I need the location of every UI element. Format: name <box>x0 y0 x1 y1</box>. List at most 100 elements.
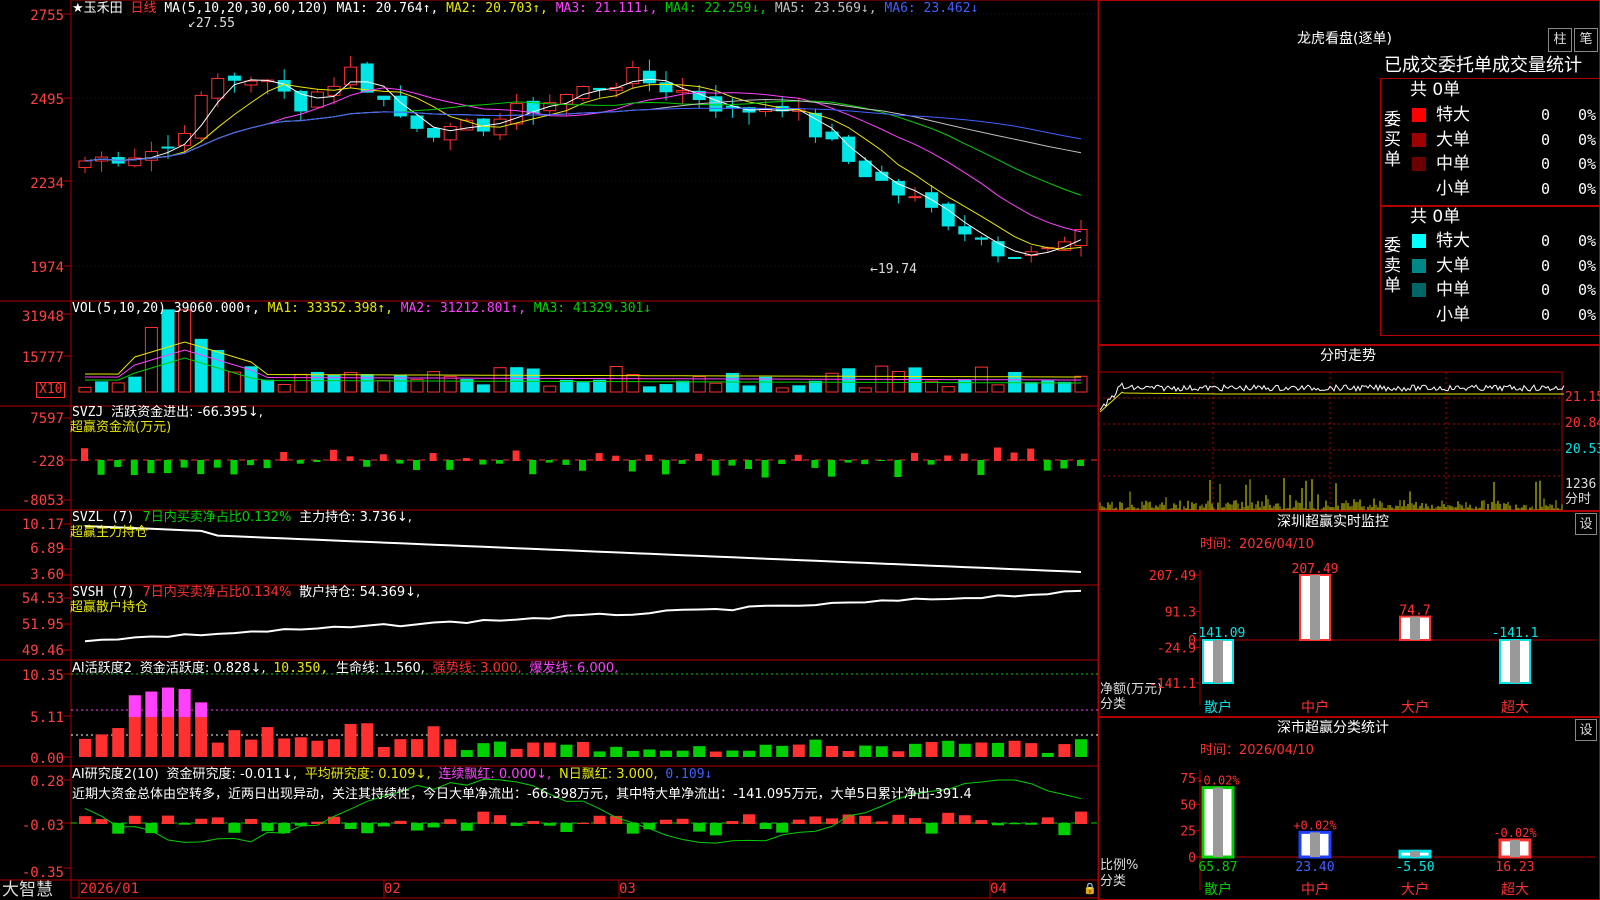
research-bar <box>328 816 340 824</box>
flow-bar <box>612 455 620 461</box>
volume-bar <box>443 375 457 393</box>
buy-row-percent: 0% <box>1578 179 1597 198</box>
flow-bar <box>1077 460 1084 466</box>
flow-bar <box>944 455 952 461</box>
candle <box>78 160 92 168</box>
main-chart-canvas <box>0 0 1099 900</box>
flow-bar <box>446 460 454 470</box>
stock-name[interactable]: ★玉禾田 <box>72 1 123 16</box>
activity-bar <box>826 745 838 757</box>
activity-bar <box>527 742 540 757</box>
volume-bar <box>775 387 789 393</box>
ma-line <box>84 98 1082 162</box>
volume-bar <box>310 371 324 393</box>
svsh-ytick: 51.95 <box>21 617 64 633</box>
activity-bar <box>909 743 921 757</box>
tick-mode-button[interactable]: 笔 <box>1574 28 1598 52</box>
flow-bar <box>97 460 105 475</box>
activity-bar <box>1058 744 1071 757</box>
research-bar <box>1075 811 1087 824</box>
activity-bar <box>261 727 274 757</box>
volume-bar <box>294 373 308 393</box>
sz-panel <box>1098 511 1600 717</box>
volume-bar <box>111 382 125 393</box>
activity-bar <box>709 751 722 757</box>
sz-settings-button[interactable]: 设 <box>1575 513 1597 535</box>
buy-row-count: 0 <box>1541 106 1551 124</box>
flow-bar <box>844 460 852 463</box>
flow-bar <box>927 460 935 465</box>
sz-xlabel: 分类 <box>1100 697 1127 712</box>
ss-settings-button[interactable]: 设 <box>1575 719 1597 741</box>
research-bar <box>1041 817 1054 824</box>
volume-bar <box>742 385 756 393</box>
activity-bar <box>1041 752 1054 757</box>
candle <box>360 63 374 93</box>
buy-total: 共 0单 <box>1410 80 1461 100</box>
flow-bar <box>296 460 304 464</box>
volume-bar <box>211 349 225 393</box>
sell-row-name: 小单 <box>1436 304 1470 325</box>
activity-bar <box>543 742 556 757</box>
flow-bar <box>645 454 653 461</box>
candle <box>991 241 1005 257</box>
candle <box>161 146 175 149</box>
candle <box>194 94 208 139</box>
research-bar <box>809 816 822 824</box>
lock-icon[interactable]: 🔒 <box>1083 881 1097 896</box>
bar-mode-button[interactable]: 柱 <box>1548 28 1572 52</box>
activity-bar <box>494 741 506 757</box>
sell-row-name: 大单 <box>1436 255 1470 276</box>
svzj-header: SVZJ 活跃资金进出: -66.395↓, <box>72 405 263 420</box>
flow-bar <box>977 460 985 475</box>
flow-bar <box>363 460 371 467</box>
sell-row-count: 0 <box>1541 232 1551 250</box>
sz-ylabel: 净额(万元) <box>1100 682 1163 697</box>
volume-bar <box>842 368 856 393</box>
activity-bar-hi <box>162 687 174 717</box>
sell-row-count: 0 <box>1541 305 1551 324</box>
activity-bar <box>245 739 257 757</box>
research-bar <box>726 821 739 824</box>
lhb-tabs[interactable]: 已成交委托单成交量统计 <box>1384 55 1582 77</box>
research-bar <box>776 823 789 833</box>
candle <box>858 160 872 178</box>
volume-bar <box>95 381 109 393</box>
research-bar <box>427 823 440 828</box>
ss-xlabel: 分类 <box>1100 874 1127 889</box>
svzl-sub: 超赢主力持仓 <box>70 525 149 540</box>
date-tick: 2026/01 <box>80 881 140 897</box>
candle <box>443 125 457 141</box>
research-bar <box>875 821 888 824</box>
flow-bar <box>695 453 703 461</box>
volume-bar <box>227 371 241 393</box>
flow-bar <box>230 460 238 475</box>
svzj-ytick: -228 <box>30 454 64 470</box>
flow-bar <box>379 454 387 461</box>
flow-bar <box>628 460 636 472</box>
research-bar <box>178 823 191 825</box>
svsh-ytick: 54.53 <box>21 591 64 607</box>
flow-bar <box>479 460 487 465</box>
fenshi-ytick: 20.84 <box>1565 416 1600 431</box>
vol-unit-badge[interactable]: X10 <box>36 382 66 398</box>
research-bar <box>660 819 672 824</box>
volume-bar <box>360 374 374 393</box>
activity-bar <box>328 739 340 757</box>
date-tick: 04 <box>990 881 1007 897</box>
svzj-ytick: -8053 <box>21 493 64 509</box>
flow-bar <box>396 460 404 464</box>
activity-bar <box>344 723 357 757</box>
research-bar <box>444 819 457 824</box>
ai2-ytick: -0.35 <box>21 865 64 881</box>
activity-bar <box>593 751 606 757</box>
flow-bar <box>280 451 288 461</box>
flow-bar <box>745 460 752 469</box>
period-label[interactable]: 日线 <box>130 1 156 16</box>
ai2-header: AI研究度2(10) 资金研究度: -0.011↓, 平均研究度: 0.109↓… <box>72 767 713 782</box>
flow-bar <box>662 460 669 475</box>
activity-bar <box>942 740 955 757</box>
activity-bar <box>228 730 241 757</box>
activity-bar <box>925 741 938 757</box>
research-bar <box>377 823 390 827</box>
